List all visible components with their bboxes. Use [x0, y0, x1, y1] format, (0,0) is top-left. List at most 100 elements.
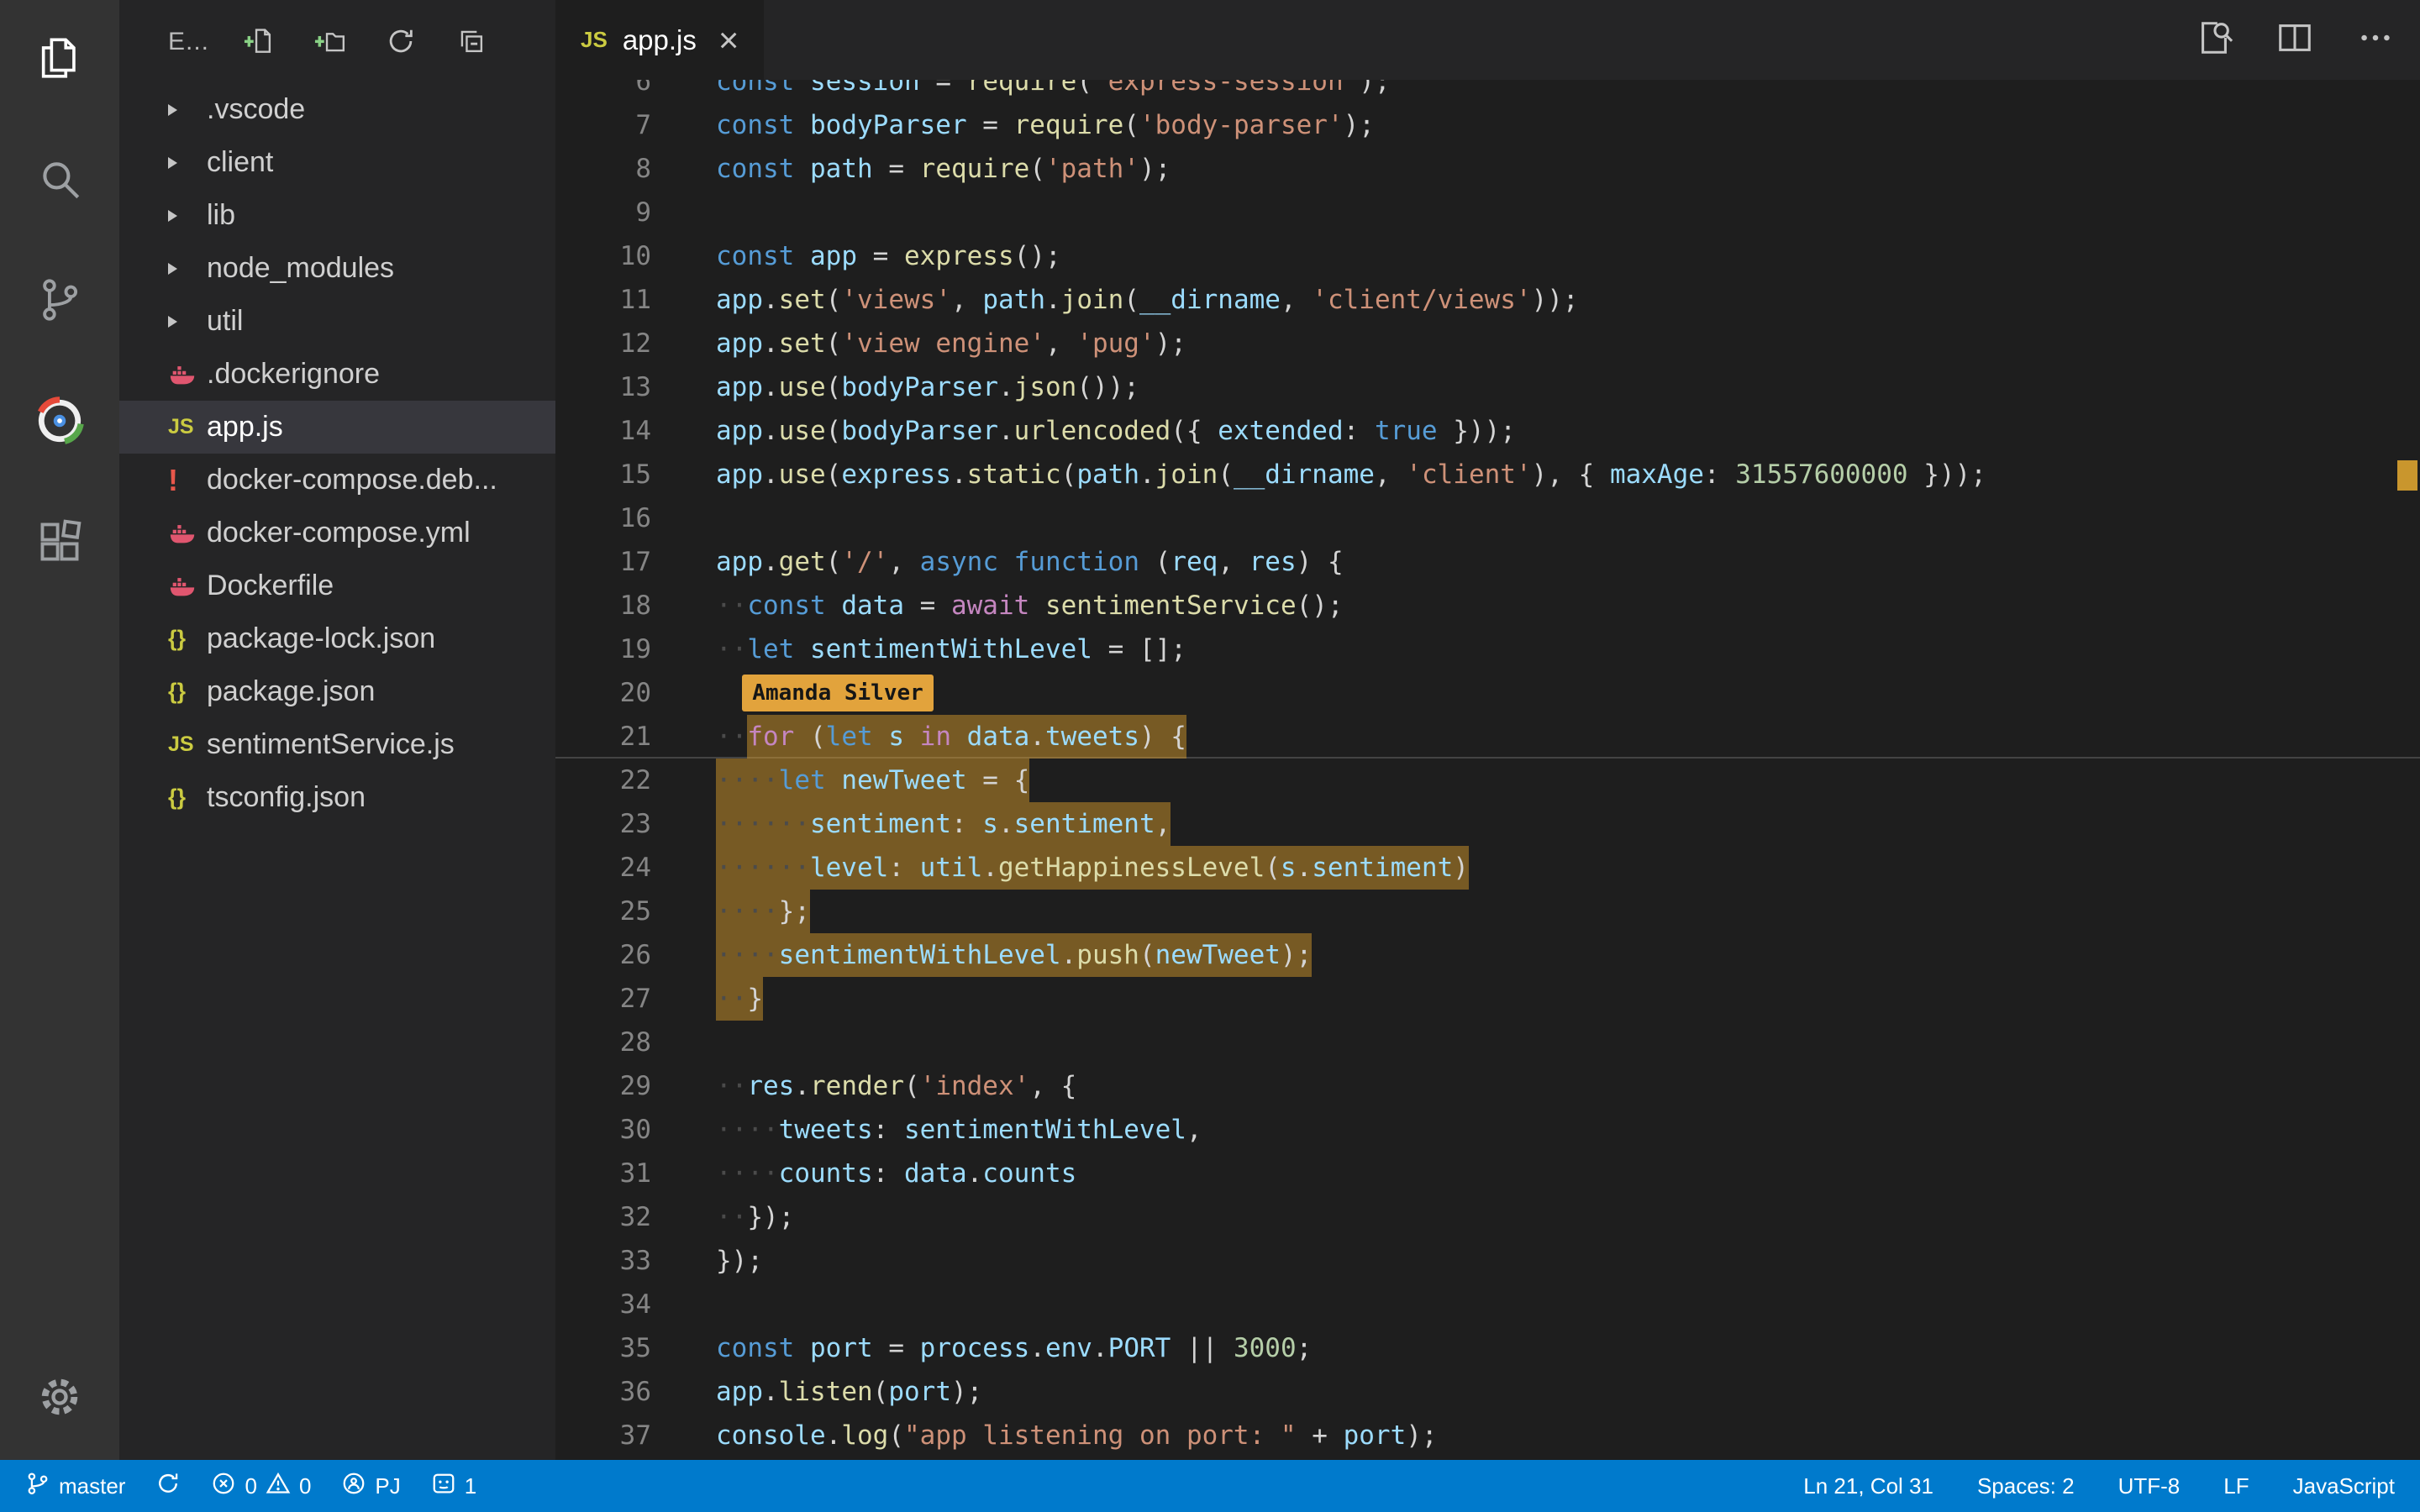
line-number: 36	[555, 1370, 651, 1414]
code-line-23[interactable]: 23······sentiment: s.sentiment,	[555, 802, 2420, 846]
eol: LF	[2223, 1473, 2249, 1499]
new-file-button[interactable]	[243, 25, 276, 59]
code-line-36[interactable]: 36app.listen(port);	[555, 1370, 2420, 1414]
search-activity-button[interactable]	[0, 131, 119, 230]
line-number: 35	[555, 1326, 651, 1370]
code-line-15[interactable]: 15app.use(express.static(path.join(__dir…	[555, 453, 2420, 496]
code-line-6[interactable]: 6const session = require('express-sessio…	[555, 80, 2420, 103]
explorer-header: E...	[119, 0, 555, 83]
git-branch-status[interactable]: master	[25, 1471, 125, 1502]
code-line-16[interactable]: 16	[555, 496, 2420, 540]
line-number: 24	[555, 846, 651, 890]
code-line-10[interactable]: 10const app = express();	[555, 234, 2420, 278]
line-number: 23	[555, 802, 651, 846]
code-line-11[interactable]: 11app.set('views', path.join(__dirname, …	[555, 278, 2420, 322]
code-line-20[interactable]: 20Amanda Silver	[555, 671, 2420, 715]
gear-icon	[35, 1373, 84, 1425]
code-line-33[interactable]: 33});	[555, 1239, 2420, 1283]
file-tree: .vscode client lib node_modulesutil.dockeri…	[119, 83, 555, 824]
tree-item-client[interactable]: client	[119, 136, 555, 189]
code-line-22[interactable]: 22····let newTweet = {	[555, 759, 2420, 802]
tree-item-sentimentservice-js[interactable]: JSsentimentService.js	[119, 718, 555, 771]
eol-status[interactable]: LF	[2223, 1473, 2249, 1499]
code-line-9[interactable]: 9	[555, 191, 2420, 234]
tree-item-dockerfile[interactable]: Dockerfile	[119, 559, 555, 612]
code-line-31[interactable]: 31····counts: data.counts	[555, 1152, 2420, 1195]
source-control-activity-button[interactable]	[0, 252, 119, 351]
code-line-37[interactable]: 37console.log("app listening on port: " …	[555, 1414, 2420, 1457]
collapse-all-icon	[455, 46, 487, 60]
tree-item-app-js[interactable]: JSapp.js	[119, 401, 555, 454]
code-line-7[interactable]: 7const bodyParser = require('body-parser…	[555, 103, 2420, 147]
tree-item-docker-compose-yml[interactable]: docker-compose.yml	[119, 507, 555, 559]
code-line-19[interactable]: 19··let sentimentWithLevel = [];	[555, 627, 2420, 671]
file-name: .vscode	[207, 93, 305, 126]
live-share-session-icon	[341, 1471, 366, 1502]
line-number: 11	[555, 278, 651, 322]
code-line-35[interactable]: 35const port = process.env.PORT || 3000;	[555, 1326, 2420, 1370]
status-bar: master 0 0 PJ 1 Ln 21, Col 31 Spaces:	[0, 1460, 2420, 1512]
code-line-8[interactable]: 8const path = require('path');	[555, 147, 2420, 191]
sync-status[interactable]	[155, 1471, 181, 1502]
tree-item-util[interactable]: util	[119, 295, 555, 348]
tree-item-tsconfig-json[interactable]: {}tsconfig.json	[119, 771, 555, 824]
search-editor-button[interactable]	[2195, 18, 2233, 61]
tree-item-node-modules[interactable]: node_modules	[119, 242, 555, 295]
code-line-28[interactable]: 28	[555, 1021, 2420, 1064]
split-editor-icon	[2275, 46, 2314, 60]
line-number: 13	[555, 365, 651, 409]
collapse-folders-button[interactable]	[455, 25, 488, 59]
search-icon	[35, 155, 84, 207]
error-count: 0	[245, 1473, 256, 1499]
indentation-status[interactable]: Spaces: 2	[1977, 1473, 2075, 1499]
tree-item-package-lock-json[interactable]: {}package-lock.json	[119, 612, 555, 665]
new-folder-icon	[314, 46, 346, 60]
alert-file-icon: !	[168, 463, 207, 498]
split-editor-button[interactable]	[2275, 18, 2314, 61]
code-line-17[interactable]: 17app.get('/', async function (req, res)…	[555, 540, 2420, 584]
problems-status[interactable]: 0 0	[211, 1471, 311, 1502]
code-line-13[interactable]: 13app.use(bodyParser.json());	[555, 365, 2420, 409]
code-line-30[interactable]: 30····tweets: sentimentWithLevel,	[555, 1108, 2420, 1152]
code-line-12[interactable]: 12app.set('view engine', 'pug');	[555, 322, 2420, 365]
code-line-27[interactable]: 27··}	[555, 977, 2420, 1021]
language-mode-status[interactable]: JavaScript	[2293, 1473, 2395, 1499]
new-folder-button[interactable]	[313, 25, 347, 59]
line-number: 33	[555, 1239, 651, 1283]
more-actions-button[interactable]	[2356, 18, 2395, 61]
tree-item-docker-compose-deb[interactable]: !docker-compose.deb...	[119, 454, 555, 507]
tree-item-lib[interactable]: lib	[119, 189, 555, 242]
tree-item-vscode[interactable]: .vscode	[119, 83, 555, 136]
participants-status[interactable]: 1	[431, 1471, 476, 1502]
code-line-25[interactable]: 25····};	[555, 890, 2420, 933]
tree-item-dockerignore[interactable]: .dockerignore	[119, 348, 555, 401]
live-share-session-name: PJ	[375, 1473, 400, 1499]
line-number: 21	[555, 715, 651, 759]
live-share-status[interactable]: PJ	[341, 1471, 400, 1502]
code-editor[interactable]: 6const session = require('express-sessio…	[555, 80, 2420, 1460]
encoding-status[interactable]: UTF-8	[2118, 1473, 2181, 1499]
settings-button[interactable]	[0, 1349, 119, 1448]
branch-name: master	[59, 1473, 125, 1499]
tab-app-js[interactable]: JS app.js ×	[555, 0, 764, 80]
file-name: package.json	[207, 675, 375, 708]
code-line-14[interactable]: 14app.use(bodyParser.urlencoded({ extend…	[555, 409, 2420, 453]
code-line-32[interactable]: 32··});	[555, 1195, 2420, 1239]
line-number: 14	[555, 409, 651, 453]
refresh-explorer-button[interactable]	[384, 25, 418, 59]
encoding: UTF-8	[2118, 1473, 2181, 1499]
code-line-21[interactable]: 21··for (let s in data.tweets) {	[555, 715, 2420, 759]
tree-item-package-json[interactable]: {}package.json	[119, 665, 555, 718]
code-line-26[interactable]: 26····sentimentWithLevel.push(newTweet);	[555, 933, 2420, 977]
file-name: lib	[207, 199, 235, 232]
code-line-29[interactable]: 29··res.render('index', {	[555, 1064, 2420, 1108]
code-line-18[interactable]: 18··const data = await sentimentService(…	[555, 584, 2420, 627]
code-line-34[interactable]: 34	[555, 1283, 2420, 1326]
extensions-activity-button[interactable]	[0, 494, 119, 593]
close-tab-icon[interactable]: ×	[718, 23, 739, 58]
cursor-position-status[interactable]: Ln 21, Col 31	[1803, 1473, 1933, 1499]
code-line-24[interactable]: 24······level: util.getHappinessLevel(s.…	[555, 846, 2420, 890]
live-share-activity-button[interactable]	[0, 373, 119, 472]
explorer-activity-button[interactable]	[0, 10, 119, 109]
line-number: 27	[555, 977, 651, 1021]
